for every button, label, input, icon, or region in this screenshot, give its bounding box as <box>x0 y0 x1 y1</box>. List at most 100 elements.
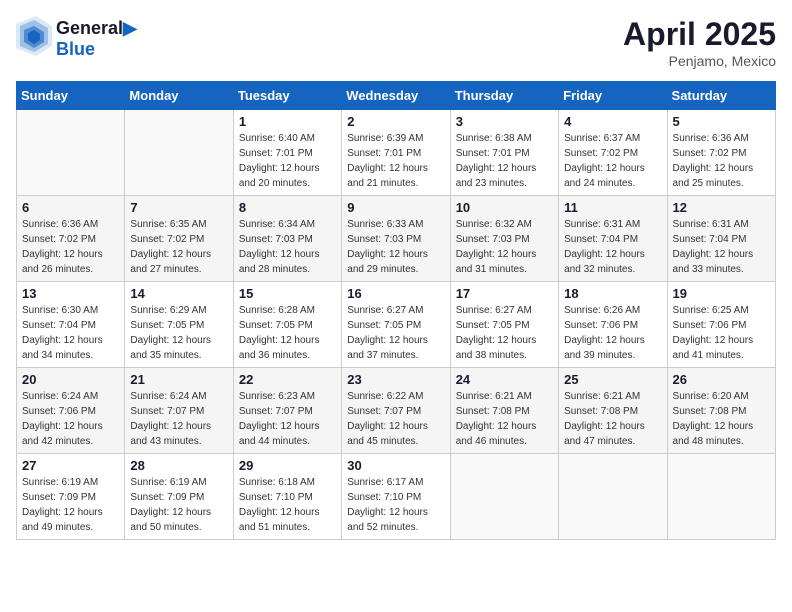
calendar-cell: 3Sunrise: 6:38 AMSunset: 7:01 PMDaylight… <box>450 110 558 196</box>
sunrise-text: Sunrise: 6:21 AM <box>456 389 553 404</box>
calendar-cell: 5Sunrise: 6:36 AMSunset: 7:02 PMDaylight… <box>667 110 775 196</box>
calendar-cell: 11 Sunrise: 6:31 AMSunset: 7:04 PMDayligh… <box>559 196 667 282</box>
day-info: Sunrise: 6:36 AMSunset: 7:02 PMDaylight:… <box>22 217 119 277</box>
calendar-cell <box>125 110 233 196</box>
calendar-cell <box>667 454 775 540</box>
sunrise-text: Sunrise: 6:17 AM <box>347 475 444 490</box>
logo-icon <box>16 16 52 56</box>
calendar-cell: 9Sunrise: 6:33 AMSunset: 7:03 PMDaylight… <box>342 196 450 282</box>
day-number: 25 <box>564 372 661 387</box>
sunrise-text: Sunrise: 6:31 AM <box>564 217 661 232</box>
day-info: Sunrise: 6:21 AMSunset: 7:08 PMDaylight:… <box>564 389 661 449</box>
sunset-text: Sunset: 7:02 PM <box>130 232 227 247</box>
day-number: 16 <box>347 286 444 301</box>
calendar-cell: 16Sunrise: 6:27 AMSunset: 7:05 PMDayligh… <box>342 282 450 368</box>
sunset-text: Sunset: 7:06 PM <box>673 318 770 333</box>
daylight-text: Daylight: 12 hours and 28 minutes. <box>239 247 336 277</box>
sunrise-text: Sunrise: 6:22 AM <box>347 389 444 404</box>
day-number: 4 <box>564 114 661 129</box>
day-number: 1 <box>239 114 336 129</box>
day-info: Sunrise: 6:22 AMSunset: 7:07 PMDaylight:… <box>347 389 444 449</box>
sunrise-text: Sunrise: 6:35 AM <box>130 217 227 232</box>
day-number: 11 <box>564 200 661 215</box>
sunset-text: Sunset: 7:05 PM <box>130 318 227 333</box>
daylight-text: Daylight: 12 hours and 49 minutes. <box>22 505 119 535</box>
sunrise-text: Sunrise: 6:26 AM <box>564 303 661 318</box>
day-number: 24 <box>456 372 553 387</box>
logo-text: General▶ <box>56 18 137 39</box>
day-info: Sunrise: 6:23 AMSunset: 7:07 PMDaylight:… <box>239 389 336 449</box>
day-number: 2 <box>347 114 444 129</box>
sunset-text: Sunset: 7:02 PM <box>22 232 119 247</box>
sunset-text: Sunset: 7:02 PM <box>564 146 661 161</box>
day-number: 7 <box>130 200 227 215</box>
sunrise-text: Sunrise: 6:37 AM <box>564 131 661 146</box>
sunset-text: Sunset: 7:10 PM <box>347 490 444 505</box>
day-info: Sunrise: 6:36 AMSunset: 7:02 PMDaylight:… <box>673 131 770 191</box>
daylight-text: Daylight: 12 hours and 43 minutes. <box>130 419 227 449</box>
day-info: Sunrise: 6:29 AMSunset: 7:05 PMDaylight:… <box>130 303 227 363</box>
day-info: Sunrise: 6:21 AMSunset: 7:08 PMDaylight:… <box>456 389 553 449</box>
sunrise-text: Sunrise: 6:27 AM <box>347 303 444 318</box>
sunset-text: Sunset: 7:05 PM <box>239 318 336 333</box>
location-subtitle: Penjamo, Mexico <box>623 53 776 69</box>
header-saturday: Saturday <box>667 82 775 110</box>
sunrise-text: Sunrise: 6:19 AM <box>130 475 227 490</box>
daylight-text: Daylight: 12 hours and 21 minutes. <box>347 161 444 191</box>
calendar-cell: 22Sunrise: 6:23 AMSunset: 7:07 PMDayligh… <box>233 368 341 454</box>
sunset-text: Sunset: 7:04 PM <box>22 318 119 333</box>
day-info: Sunrise: 6:37 AMSunset: 7:02 PMDaylight:… <box>564 131 661 191</box>
calendar-cell: 4 Sunrise: 6:37 AMSunset: 7:02 PMDaylight… <box>559 110 667 196</box>
calendar-cell <box>17 110 125 196</box>
daylight-text: Daylight: 12 hours and 23 minutes. <box>456 161 553 191</box>
day-info: Sunrise: 6:39 AMSunset: 7:01 PMDaylight:… <box>347 131 444 191</box>
daylight-text: Daylight: 12 hours and 37 minutes. <box>347 333 444 363</box>
sunset-text: Sunset: 7:03 PM <box>347 232 444 247</box>
sunrise-text: Sunrise: 6:33 AM <box>347 217 444 232</box>
day-info: Sunrise: 6:26 AMSunset: 7:06 PMDaylight:… <box>564 303 661 363</box>
calendar-cell: 20Sunrise: 6:24 AMSunset: 7:06 PMDayligh… <box>17 368 125 454</box>
day-number: 6 <box>22 200 119 215</box>
daylight-text: Daylight: 12 hours and 42 minutes. <box>22 419 119 449</box>
day-info: Sunrise: 6:31 AMSunset: 7:04 PMDaylight:… <box>564 217 661 277</box>
daylight-text: Daylight: 12 hours and 25 minutes. <box>673 161 770 191</box>
calendar-week-row: 27Sunrise: 6:19 AMSunset: 7:09 PMDayligh… <box>17 454 776 540</box>
sunrise-text: Sunrise: 6:34 AM <box>239 217 336 232</box>
sunset-text: Sunset: 7:07 PM <box>130 404 227 419</box>
month-title: April 2025 <box>623 16 776 53</box>
header-monday: Monday <box>125 82 233 110</box>
day-info: Sunrise: 6:31 AMSunset: 7:04 PMDaylight:… <box>673 217 770 277</box>
header-thursday: Thursday <box>450 82 558 110</box>
calendar-cell: 12Sunrise: 6:31 AMSunset: 7:04 PMDayligh… <box>667 196 775 282</box>
sunrise-text: Sunrise: 6:21 AM <box>564 389 661 404</box>
calendar-cell: 27Sunrise: 6:19 AMSunset: 7:09 PMDayligh… <box>17 454 125 540</box>
daylight-text: Daylight: 12 hours and 38 minutes. <box>456 333 553 363</box>
sunset-text: Sunset: 7:05 PM <box>456 318 553 333</box>
sunset-text: Sunset: 7:09 PM <box>22 490 119 505</box>
sunset-text: Sunset: 7:07 PM <box>347 404 444 419</box>
sunrise-text: Sunrise: 6:24 AM <box>130 389 227 404</box>
calendar-cell: 13Sunrise: 6:30 AMSunset: 7:04 PMDayligh… <box>17 282 125 368</box>
day-info: Sunrise: 6:38 AMSunset: 7:01 PMDaylight:… <box>456 131 553 191</box>
daylight-text: Daylight: 12 hours and 39 minutes. <box>564 333 661 363</box>
sunset-text: Sunset: 7:08 PM <box>456 404 553 419</box>
sunset-text: Sunset: 7:01 PM <box>347 146 444 161</box>
sunset-text: Sunset: 7:01 PM <box>456 146 553 161</box>
day-info: Sunrise: 6:18 AMSunset: 7:10 PMDaylight:… <box>239 475 336 535</box>
calendar-cell: 10Sunrise: 6:32 AMSunset: 7:03 PMDayligh… <box>450 196 558 282</box>
daylight-text: Daylight: 12 hours and 44 minutes. <box>239 419 336 449</box>
day-number: 8 <box>239 200 336 215</box>
daylight-text: Daylight: 12 hours and 31 minutes. <box>456 247 553 277</box>
sunrise-text: Sunrise: 6:28 AM <box>239 303 336 318</box>
sunset-text: Sunset: 7:10 PM <box>239 490 336 505</box>
day-number: 9 <box>347 200 444 215</box>
daylight-text: Daylight: 12 hours and 35 minutes. <box>130 333 227 363</box>
calendar-week-row: 13Sunrise: 6:30 AMSunset: 7:04 PMDayligh… <box>17 282 776 368</box>
daylight-text: Daylight: 12 hours and 47 minutes. <box>564 419 661 449</box>
day-number: 14 <box>130 286 227 301</box>
daylight-text: Daylight: 12 hours and 48 minutes. <box>673 419 770 449</box>
sunrise-text: Sunrise: 6:19 AM <box>22 475 119 490</box>
calendar-cell: 25 Sunrise: 6:21 AMSunset: 7:08 PMDayligh… <box>559 368 667 454</box>
day-number: 23 <box>347 372 444 387</box>
sunrise-text: Sunrise: 6:32 AM <box>456 217 553 232</box>
